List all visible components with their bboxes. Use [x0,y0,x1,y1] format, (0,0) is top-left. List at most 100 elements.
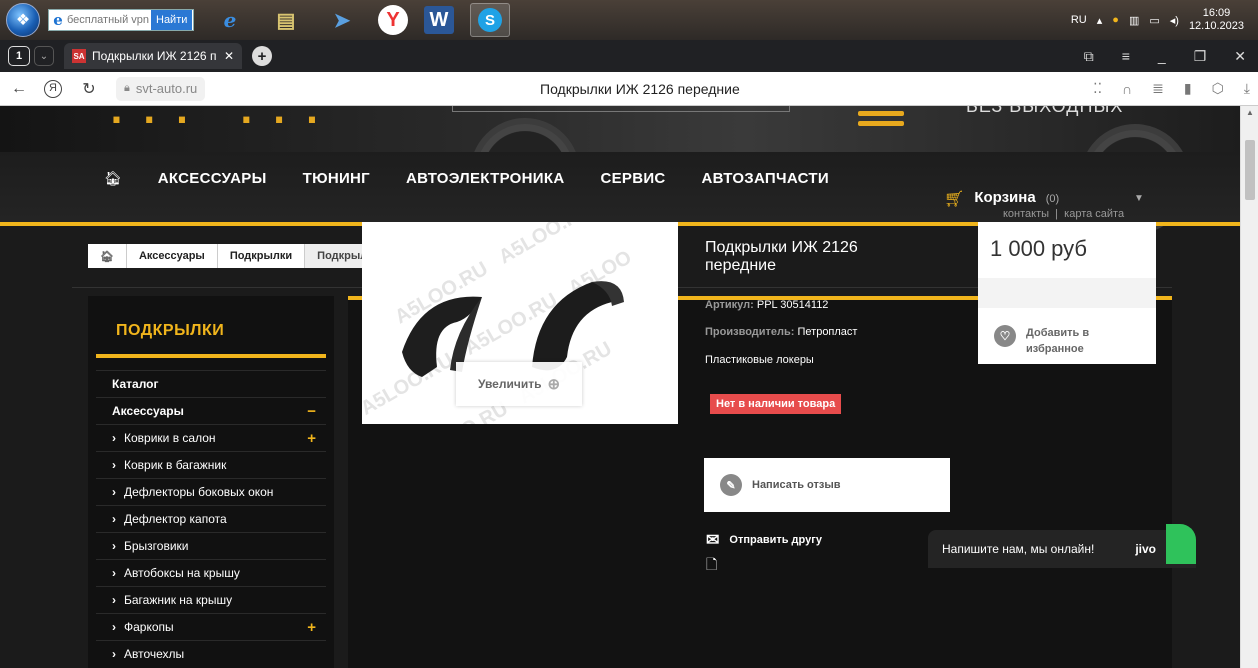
chevron-right-icon: › [112,620,116,634]
breadcrumb-home-icon[interactable]: 🏠︎ [88,244,127,268]
chat-label: Напишите нам, мы онлайн! [942,542,1095,556]
monitor-icon[interactable]: ▭ [1149,14,1159,27]
nav-autoelectronics[interactable]: АВТОЭЛЕКТРОНИКА [406,170,564,187]
sidebar-item[interactable]: › Авточехлы [96,640,326,667]
page-scrollbar[interactable]: ▲ [1240,106,1258,668]
taskbar-search-button[interactable]: Найти [151,10,193,30]
sidebar-item[interactable]: › Брызговики [96,532,326,559]
sidebar-list: Каталог Аксессуары − › Коврики в салон + › Ковр… [96,370,326,667]
expand-icon[interactable]: + [307,430,316,447]
bookmark-icon[interactable]: ▮ [1184,80,1192,97]
document-icon[interactable]: 🗋 [706,554,717,578]
nav-autoparts[interactable]: АВТОЗАПЧАСТИ [702,170,829,187]
network-icon[interactable]: ▥ [1129,14,1139,27]
close-icon[interactable]: ✕ [224,49,234,63]
cart[interactable]: 🛒︎ Корзина (0) ▼ [944,189,1144,209]
clock[interactable]: 16:09 12.10.2023 [1189,7,1244,33]
sidebar-item[interactable]: › Автобоксы на крышу [96,559,326,586]
sidebar-item-label: Коврик в багажник [124,458,227,472]
lock-icon: 🔒︎ [124,82,130,94]
breadcrumb-fenders[interactable]: Подкрылки [218,244,306,268]
start-button[interactable]: ❖ [6,3,40,37]
collapse-icon[interactable]: − [307,403,316,420]
favorites-label: Добавить в избранное [1026,327,1090,355]
tray-app-icon[interactable]: ● [1112,14,1119,26]
link-sitemap[interactable]: карта сайта [1064,208,1124,220]
restore-icon[interactable]: ❐ [1194,48,1207,65]
main-nav: 🏠︎ АКСЕССУАРЫ ТЮНИНГ АВТОЭЛЕКТРОНИКА СЕР… [0,152,1240,226]
expand-icon[interactable]: + [307,619,316,636]
sidebar-item[interactable]: › Фаркопы + [96,613,326,640]
reader-icon[interactable]: ≣ [1152,80,1164,97]
send-label: Отправить другу [729,534,822,546]
link-contacts[interactable]: контакты [1003,208,1049,220]
menu-icon[interactable]: ≡ [1122,48,1130,65]
tabs-panel-icon[interactable]: ⧉ [1084,48,1094,65]
headphones-icon[interactable]: ∩ [1122,81,1132,97]
sidebar-item[interactable]: › Коврики в салон + [96,424,326,451]
nav-service[interactable]: СЕРВИС [600,170,665,187]
nav-tuning[interactable]: ТЮНИНГ [303,170,370,187]
ie-icon[interactable]: e [210,3,250,37]
new-tab-button[interactable]: + [252,46,272,66]
link-separator: | [1052,208,1062,220]
chevron-right-icon: › [112,566,116,580]
sidebar-item[interactable]: › Багажник на крышу [96,586,326,613]
address-bar: ← Я ↻ 🔒︎ svt-auto.ru Подкрылки ИЖ 2126 п… [0,72,1258,106]
apps-icon[interactable]: ⁚⁚ [1093,80,1102,97]
language-indicator[interactable]: RU [1071,14,1087,26]
reload-icon[interactable]: ↻ [76,79,102,99]
windows-logo-icon: ❖ [15,12,31,29]
scroll-up-icon[interactable]: ▲ [1246,108,1254,117]
breadcrumb-accessories[interactable]: Аксессуары [127,244,218,268]
back-arrow-icon[interactable]: ← [6,80,32,98]
word-icon[interactable]: W [424,6,454,34]
add-to-favorites-button[interactable]: ♡ Добавить в избранное [994,325,1126,357]
sidebar-underline [96,354,326,358]
home-icon[interactable]: 🏠︎ [104,170,122,187]
product-image[interactable]: A5LOO.RU A5LOO.RU A5LOO.RU A5LOO.RU A5LO… [362,222,678,424]
zoom-button[interactable]: Увеличить ⊕ [456,362,582,406]
heart-icon: ♡ [994,325,1016,347]
minimize-icon[interactable]: _ [1158,48,1166,65]
chevron-right-icon: › [112,593,116,607]
file-manager-icon[interactable]: ▤ [266,3,306,37]
extensions-icon[interactable]: ⬡ [1212,80,1224,97]
clock-date: 12.10.2023 [1188,20,1244,32]
skype-icon[interactable]: S [470,3,510,37]
price: 1 000 руб [990,236,1088,261]
volume-icon[interactable]: ◂) [1170,14,1179,27]
taskbar-search-input[interactable] [67,14,151,26]
burger-menu-icon[interactable] [858,106,904,126]
write-review-button[interactable]: ✎ Написать отзыв [704,458,950,512]
sidebar-title: ПОДКРЫЛКИ [116,322,225,339]
nav-accessories[interactable]: АКСЕССУАРЫ [158,170,267,187]
system-tray: RU ▴ ● ▥ ▭ ◂) 16:09 12.10.2023 [1071,0,1258,40]
sidebar-item[interactable]: › Дефлекторы боковых окон [96,478,326,505]
tray-expand-icon[interactable]: ▴ [1097,14,1103,27]
scrollbar-thumb[interactable] [1245,140,1255,200]
sidebar-item[interactable]: Каталог [96,370,326,397]
yandex-icon[interactable]: Я [44,79,62,98]
chevron-down-icon[interactable]: ▼ [1134,193,1144,204]
download-icon[interactable]: ⤓ [1244,80,1250,97]
cart-count: (0) [1045,193,1060,205]
chevron-down-icon[interactable]: ⌄ [34,46,54,66]
product-maker: Производитель: Петропласт [705,326,857,338]
send-to-friend-link[interactable]: ✉ Отправить другу [706,530,822,550]
sidebar-item[interactable]: › Дефлектор капота [96,505,326,532]
yandex-browser-icon[interactable]: Y [378,5,408,35]
chat-widget[interactable]: Напишите нам, мы онлайн! jivo [928,524,1196,568]
close-window-icon[interactable]: ✕ [1234,48,1246,65]
tab-counter[interactable]: 1 [8,46,30,66]
maker-value: Петропласт [797,326,858,338]
site-search-box[interactable] [452,106,790,112]
browser-tab[interactable]: SA Подкрылки ИЖ 2126 п ✕ [64,43,242,69]
sidebar-item[interactable]: › Коврик в багажник [96,451,326,478]
price-separator [978,278,1156,308]
sidebar-item[interactable]: Аксессуары − [96,397,326,424]
url-field[interactable]: 🔒︎ svt-auto.ru [116,76,206,101]
sidebar-item-label: Багажник на крышу [124,593,233,607]
clock-time: 16:09 [1202,7,1231,19]
arrow-app-icon[interactable]: ➤ [322,3,362,37]
